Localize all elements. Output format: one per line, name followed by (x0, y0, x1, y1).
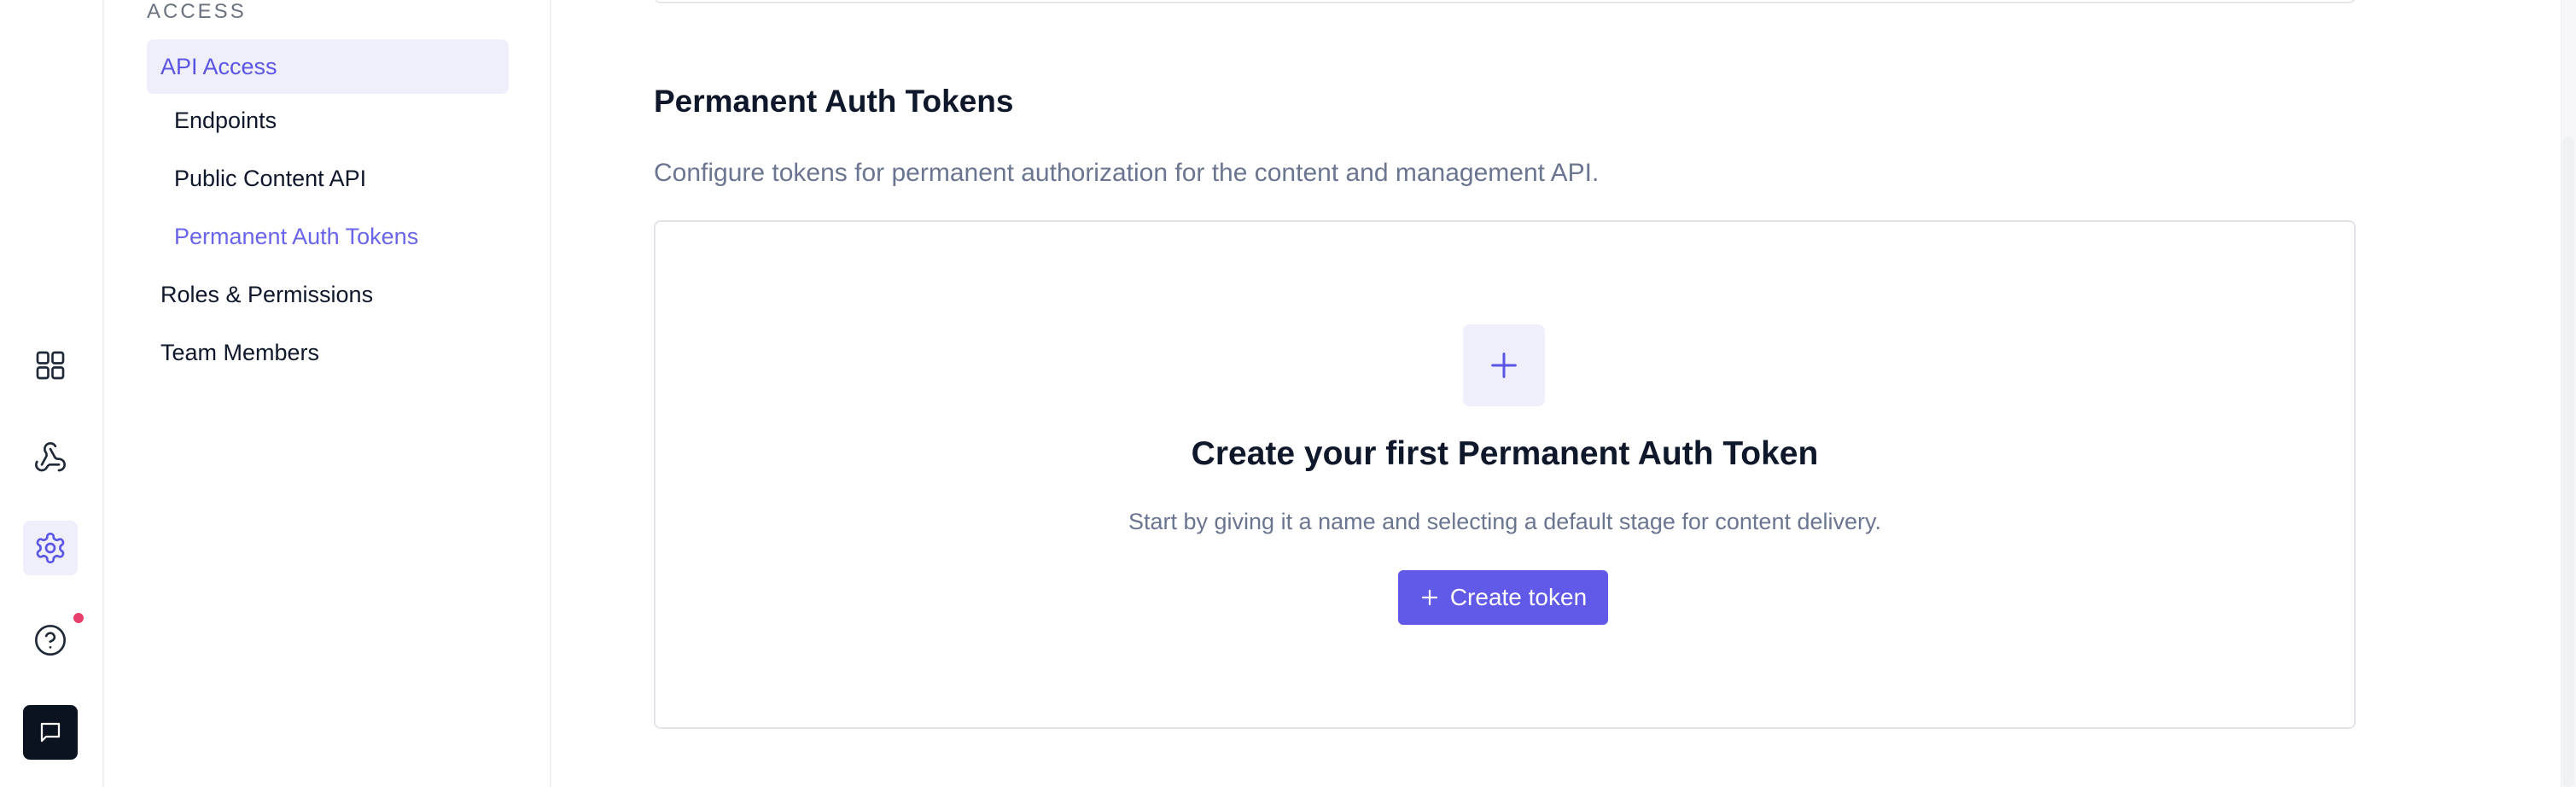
page-description: Configure tokens for permanent authoriza… (654, 159, 1600, 187)
apps-grid-icon[interactable] (23, 338, 78, 393)
plus-icon (1421, 589, 1437, 606)
scrollbar-thumb[interactable] (2562, 137, 2574, 787)
sidebar-item-endpoints[interactable]: Endpoints (174, 108, 277, 134)
sidebar-item-public-content-api[interactable]: Public Content API (174, 166, 366, 192)
scrollbar[interactable] (2561, 0, 2576, 787)
icon-rail (0, 0, 104, 787)
empty-state-card (654, 220, 2356, 729)
empty-state-description: Start by giving it a name and selecting … (1128, 509, 1881, 534)
create-token-label: Create token (1449, 584, 1588, 610)
settings-subnav: ACCESS API Access Endpoints Public Conte… (104, 0, 551, 787)
empty-state-title: Create your first Permanent Auth Token (1191, 435, 1819, 472)
plus-icon (1463, 324, 1545, 406)
sidebar-item-team-members[interactable]: Team Members (160, 340, 319, 366)
notification-dot (73, 613, 84, 623)
webhooks-icon[interactable] (23, 430, 78, 485)
chat-icon[interactable] (23, 705, 78, 760)
sidebar-item-permanent-auth-tokens[interactable]: Permanent Auth Tokens (174, 224, 418, 250)
settings-gear-icon[interactable] (23, 521, 78, 575)
previous-card-edge (654, 0, 2356, 3)
page-title: Permanent Auth Tokens (654, 84, 1014, 119)
sidebar-item-roles-permissions[interactable]: Roles & Permissions (160, 282, 373, 308)
section-label-access: ACCESS (147, 0, 247, 23)
sidebar-item-api-access[interactable]: API Access (147, 39, 509, 94)
help-icon[interactable] (23, 613, 78, 667)
main-content: Permanent Auth Tokens Configure tokens f… (551, 0, 2576, 787)
create-token-button[interactable]: Create token (1398, 570, 1608, 625)
